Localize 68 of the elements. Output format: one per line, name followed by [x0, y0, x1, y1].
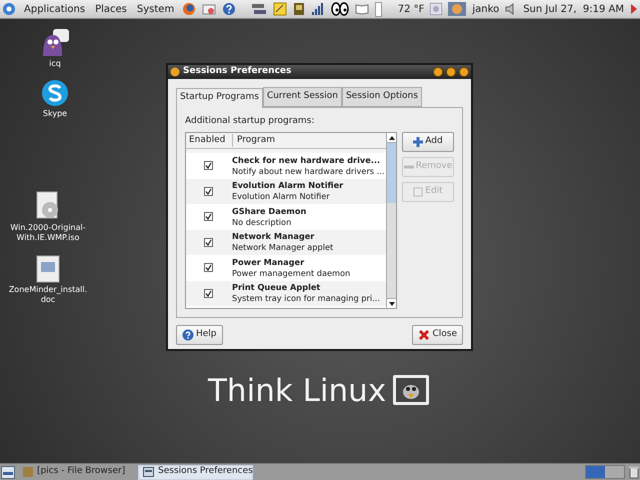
maximize-button[interactable]	[446, 67, 456, 77]
tab[interactable]: Startup Programs	[176, 88, 263, 108]
signal-bars-icon	[310, 2, 325, 16]
taskbar-button[interactable]: Sessions Preferences	[138, 464, 253, 480]
desktop-icon-label[interactable]: ZoneMinder_install.doc	[8, 285, 88, 305]
trash-icon	[629, 466, 639, 478]
temperature: 72 °F	[398, 2, 424, 16]
wallpaper-text: Think Linux	[208, 376, 386, 406]
plus-icon	[413, 137, 424, 147]
show-desktop-icon	[1, 466, 15, 478]
checkbox[interactable]	[204, 238, 212, 247]
program-name: Evolution Alarm Notifier	[232, 180, 344, 192]
column-header[interactable]: Program	[233, 134, 279, 148]
logout-icon	[630, 3, 638, 15]
workspace-switcher[interactable]	[585, 465, 625, 479]
panel-menu[interactable]: Places	[93, 2, 129, 16]
program-description: System tray icon for managing pri...	[232, 293, 380, 304]
desktop-icon-label[interactable]: icq	[49, 59, 61, 69]
program-name: Network Manager	[232, 231, 316, 242]
column-header[interactable]: Enabled	[186, 134, 233, 148]
add-button[interactable]: Add	[402, 132, 454, 152]
monitor-penguin-icon	[392, 374, 430, 408]
window-menu-icon	[170, 67, 180, 77]
help-button[interactable]: Help	[176, 325, 223, 345]
panel-menu[interactable]: System	[134, 2, 176, 16]
taskbar-button[interactable]: [pics - File Browser]	[19, 464, 134, 480]
panel-text-field[interactable]	[374, 2, 382, 16]
scrollbar[interactable]	[386, 133, 396, 308]
note-icon	[272, 2, 287, 16]
program-description: No description	[232, 216, 292, 228]
desktop-icon-label[interactable]: Win.2000-Original-With.IE.WMP.iso	[8, 223, 88, 243]
skype-icon[interactable]	[41, 79, 69, 107]
program-name: Print Queue Applet	[232, 282, 322, 294]
page-icon	[413, 187, 424, 197]
scrollbar-thumb[interactable]	[387, 143, 396, 203]
program-description: Notify about new hardware drivers ...	[232, 166, 384, 177]
help-icon	[222, 2, 236, 16]
checkbox[interactable]	[204, 186, 212, 196]
close-dialog-button[interactable]: Close	[412, 325, 463, 345]
close-button[interactable]	[459, 67, 469, 77]
program-description: Evolution Alarm Notifier	[232, 191, 331, 202]
checkbox[interactable]	[204, 263, 212, 272]
close-icon	[418, 329, 430, 341]
program-name: GShare Daemon	[232, 206, 306, 217]
eyes-icon	[330, 2, 349, 16]
program-name: Power Manager	[232, 256, 306, 268]
document-icon[interactable]	[36, 255, 60, 283]
checkbox[interactable]	[204, 288, 212, 298]
program-description: Network Manager applet	[232, 242, 334, 254]
program-name: Check for new hardware drive...	[232, 154, 382, 166]
checkbox[interactable]	[204, 161, 212, 170]
bird-icon[interactable]	[40, 29, 70, 57]
window-icon	[143, 467, 154, 477]
help-icon	[182, 329, 194, 341]
panel-menu[interactable]: Applications	[22, 2, 88, 16]
desktop-icon-label[interactable]: Skype	[42, 109, 68, 119]
program-description: Power management daemon	[232, 268, 350, 279]
list-label: Additional startup programs:	[185, 114, 316, 128]
minimize-button[interactable]	[433, 67, 443, 77]
tab[interactable]: Session Options	[342, 87, 422, 106]
clock[interactable]: Sun Jul 27, 9:19 AM	[523, 2, 624, 16]
checkbox[interactable]	[204, 212, 212, 222]
user-name[interactable]: janko	[472, 2, 500, 16]
tab[interactable]: Current Session	[262, 87, 342, 106]
window-title: Sessions Preferences	[183, 65, 292, 78]
user-avatar-icon	[448, 2, 466, 16]
disc-image-icon[interactable]	[35, 191, 61, 221]
book-icon	[354, 3, 369, 15]
